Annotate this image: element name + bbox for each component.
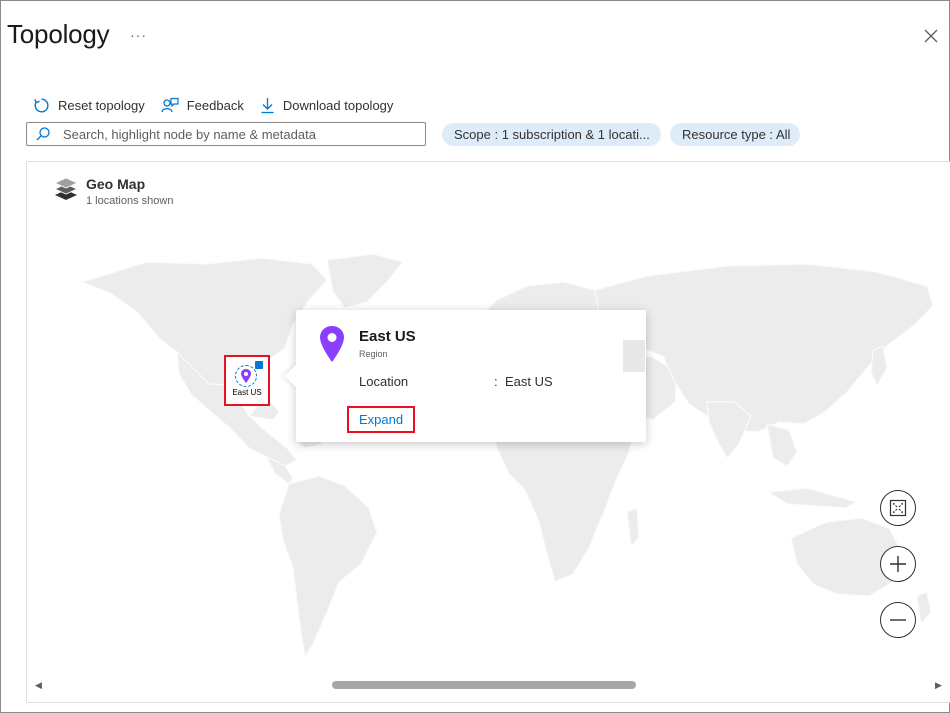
property-separator: : xyxy=(494,374,498,389)
toolbar: Reset topology Feedback Download topolog… xyxy=(33,95,409,115)
expand-highlight: Expand xyxy=(347,406,415,433)
feedback-button[interactable]: Feedback xyxy=(161,97,244,114)
location-pin-icon xyxy=(241,369,251,383)
geo-map-title: Geo Map xyxy=(86,176,146,192)
topology-blade: Topology ··· Reset topology Feedback Dow… xyxy=(0,0,950,713)
more-options-button[interactable]: ··· xyxy=(130,27,147,43)
callout-subtitle: Region xyxy=(359,349,388,359)
horizontal-scrollbar[interactable]: ◀ ▶ xyxy=(27,674,950,696)
location-pin-icon xyxy=(320,326,344,362)
download-topology-button[interactable]: Download topology xyxy=(260,97,394,114)
reset-topology-label: Reset topology xyxy=(58,97,145,113)
zoom-out-icon xyxy=(890,619,906,621)
page-title: Topology xyxy=(7,19,110,49)
map-node-east-us[interactable]: East US xyxy=(224,355,270,406)
node-selection-ring xyxy=(235,365,257,387)
download-topology-label: Download topology xyxy=(282,97,394,113)
expand-link[interactable]: Expand xyxy=(359,412,403,427)
search-input[interactable] xyxy=(63,126,403,142)
feedback-icon xyxy=(161,97,179,112)
node-details-callout: East US Region Location : East US Expand xyxy=(284,310,646,442)
download-icon xyxy=(261,97,274,113)
location-property-value: East US xyxy=(505,374,553,389)
fit-to-screen-button[interactable] xyxy=(880,490,916,526)
search-box xyxy=(26,122,426,146)
zoom-in-button[interactable] xyxy=(880,546,916,582)
callout-title: East US xyxy=(359,328,416,345)
map-node-label: East US xyxy=(232,388,262,397)
geo-map-label: Geo Map 1 locations shown xyxy=(86,176,173,207)
geo-map-panel: Geo Map 1 locations shown East US East U… xyxy=(26,161,950,703)
zoom-in-icon xyxy=(890,556,906,572)
close-icon xyxy=(924,29,938,43)
location-property-key: Location xyxy=(359,374,409,389)
close-button[interactable] xyxy=(920,25,942,47)
reset-topology-button[interactable]: Reset topology xyxy=(33,97,145,114)
layers-icon xyxy=(54,177,78,200)
scroll-left-icon[interactable]: ◀ xyxy=(35,680,42,691)
callout-scrollbar[interactable] xyxy=(623,340,645,372)
resource-type-filter-pill[interactable]: Resource type : All xyxy=(670,123,800,146)
fit-to-screen-icon xyxy=(889,499,907,517)
zoom-out-button[interactable] xyxy=(880,602,916,638)
scope-filter-pill[interactable]: Scope : 1 subscription & 1 locati... xyxy=(442,123,661,146)
feedback-label: Feedback xyxy=(186,97,244,113)
scroll-right-icon[interactable]: ▶ xyxy=(935,680,942,691)
node-badge xyxy=(255,361,263,369)
search-icon xyxy=(36,127,50,141)
geo-map-header: Geo Map 1 locations shown xyxy=(54,176,173,207)
scrollbar-thumb[interactable] xyxy=(332,681,636,689)
refresh-icon xyxy=(34,97,49,112)
geo-map-subtitle: 1 locations shown xyxy=(86,195,174,207)
